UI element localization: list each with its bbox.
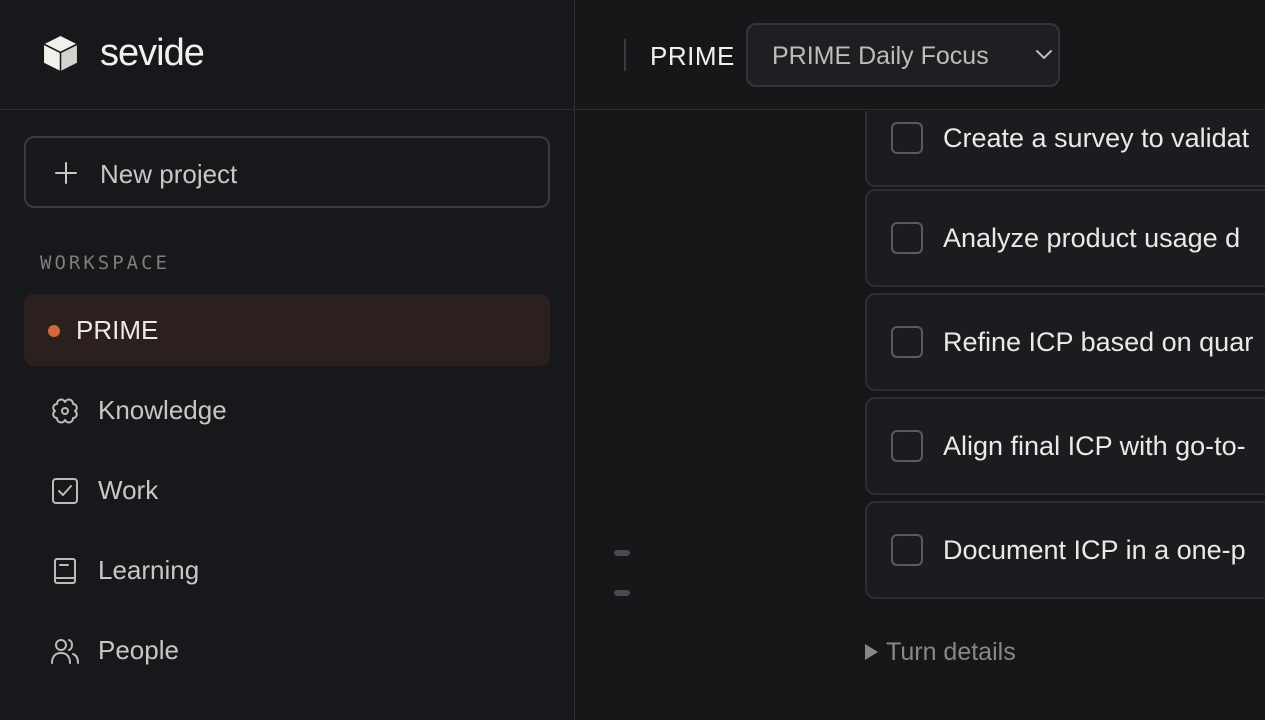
brand-name[interactable]: sevide xyxy=(100,30,205,76)
plus-icon xyxy=(55,162,77,184)
task-checkbox[interactable] xyxy=(891,222,923,254)
brand-header: sevide xyxy=(0,0,575,110)
new-project-label: New project xyxy=(100,159,238,189)
task-item[interactable]: Refine ICP based on quar xyxy=(865,293,1265,391)
sidebar-item-people[interactable]: People xyxy=(24,614,550,686)
session-select[interactable]: PRIME Daily Focus xyxy=(746,23,1060,87)
sidebar: sevide New project WORKSPACE PRIME Knowl… xyxy=(0,0,575,720)
divider xyxy=(624,39,626,71)
turn-details-label: Turn details xyxy=(886,638,1016,666)
task-checkbox[interactable] xyxy=(891,534,923,566)
task-text: Create a survey to validat xyxy=(943,123,1250,153)
sidebar-item-knowledge[interactable]: Knowledge xyxy=(24,374,550,446)
book-icon xyxy=(54,558,76,584)
users-icon xyxy=(51,639,79,664)
triangle-right-icon xyxy=(865,644,878,660)
turn-details-toggle[interactable]: Turn details xyxy=(865,637,1016,667)
chevron-down-icon xyxy=(1036,50,1052,59)
sidebar-item-label: Work xyxy=(98,475,159,505)
task-text: Align final ICP with go-to- xyxy=(943,431,1246,461)
task-checkbox[interactable] xyxy=(891,430,923,462)
task-checkbox[interactable] xyxy=(891,326,923,358)
main-content: Create a survey to validat Analyze produ… xyxy=(576,111,1265,720)
workspace-section-label: WORKSPACE xyxy=(40,252,170,274)
sidebar-item-prime[interactable]: PRIME xyxy=(24,294,550,366)
task-checkbox[interactable] xyxy=(891,122,923,154)
task-text: Document ICP in a one-p xyxy=(943,535,1246,565)
status-dot xyxy=(48,325,60,337)
new-project-button[interactable]: New project xyxy=(24,136,550,208)
task-item[interactable]: Create a survey to validat xyxy=(865,111,1265,187)
sidebar-item-label: Knowledge xyxy=(98,395,227,425)
scroll-marker xyxy=(614,550,630,556)
cube-icon[interactable] xyxy=(43,35,78,72)
sidebar-item-learning[interactable]: Learning xyxy=(24,534,550,606)
task-text: Refine ICP based on quar xyxy=(943,327,1254,357)
task-text: Analyze product usage d xyxy=(943,223,1241,253)
sidebar-item-work[interactable]: Work xyxy=(24,454,550,526)
sidebar-item-label: Learning xyxy=(98,555,200,585)
session-select-value: PRIME Daily Focus xyxy=(772,42,989,70)
task-item[interactable]: Document ICP in a one-p xyxy=(865,501,1265,599)
checkbox-icon xyxy=(52,478,78,504)
sidebar-item-label: PRIME xyxy=(76,315,159,345)
scroll-marker xyxy=(614,590,630,596)
sidebar-item-label: People xyxy=(98,635,179,665)
task-item[interactable]: Analyze product usage d xyxy=(865,189,1265,287)
topbar: PRIME PRIME Daily Focus xyxy=(576,0,1265,110)
task-item[interactable]: Align final ICP with go-to- xyxy=(865,397,1265,495)
project-name: PRIME xyxy=(650,41,735,71)
brain-icon xyxy=(52,398,78,424)
